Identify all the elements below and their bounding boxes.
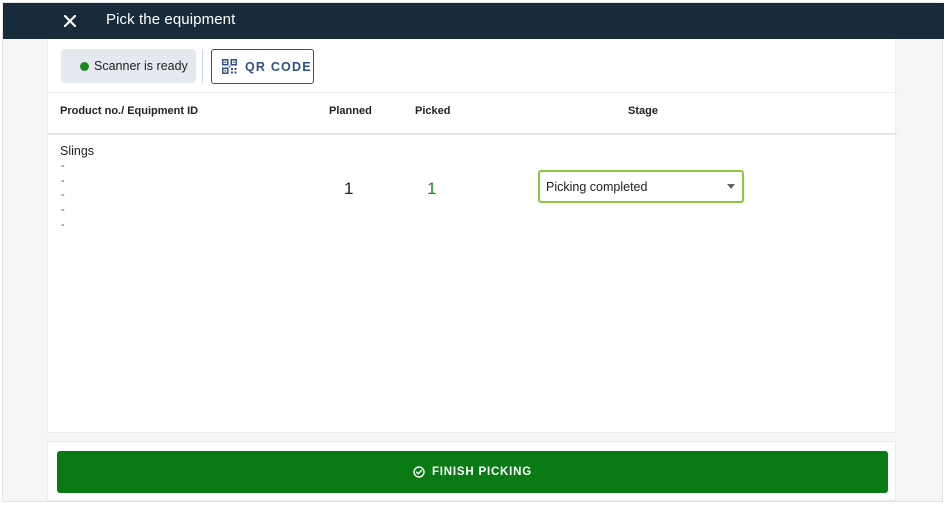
column-header-planned: Planned xyxy=(329,105,372,117)
finish-picking-button[interactable]: FINISH PICKING xyxy=(57,451,888,493)
finish-picking-label: FINISH PICKING xyxy=(431,466,532,478)
qr-code-button-label: QR CODE xyxy=(245,59,312,74)
footer-bar: FINISH PICKING xyxy=(47,441,896,501)
chevron-down-icon xyxy=(727,184,735,189)
equipment-id: - xyxy=(61,204,65,217)
close-icon xyxy=(64,15,76,27)
scanner-status-text: Scanner is ready xyxy=(94,59,188,73)
toolbar-divider xyxy=(202,49,203,83)
equipment-id: - xyxy=(61,160,65,172)
column-header-picked: Picked xyxy=(415,105,451,117)
check-circle-icon xyxy=(413,466,425,478)
column-header-product: Product no./ Equipment ID xyxy=(60,105,199,117)
equipment-id: - xyxy=(61,218,65,231)
toolbar-separator xyxy=(48,92,897,93)
close-button[interactable] xyxy=(59,9,81,33)
qr-code-icon xyxy=(222,59,237,74)
status-dot-icon xyxy=(80,61,89,71)
equipment-id: - xyxy=(61,174,65,187)
stage-select[interactable]: Picking completed xyxy=(538,170,744,203)
stage-select-value: Picking completed xyxy=(546,179,648,194)
picking-panel: Scanner is ready QR CODE Product no./ Eq… xyxy=(47,39,897,433)
page-title: Pick the equipment xyxy=(106,11,236,28)
qr-code-button[interactable]: QR CODE xyxy=(211,49,314,84)
table-header-separator xyxy=(48,133,897,135)
equipment-id: - xyxy=(61,189,65,202)
picked-count: 1 xyxy=(427,179,437,198)
header-bar: Pick the equipment xyxy=(3,3,944,39)
app-window: Pick the equipment Scanner is ready QR C… xyxy=(2,2,944,502)
scanner-status-badge: Scanner is ready xyxy=(61,49,196,83)
product-name: Slings xyxy=(60,144,95,158)
column-header-stage: Stage xyxy=(628,105,658,117)
equipment-id-list: - - - - - xyxy=(61,159,65,233)
planned-count: 1 xyxy=(344,179,354,198)
